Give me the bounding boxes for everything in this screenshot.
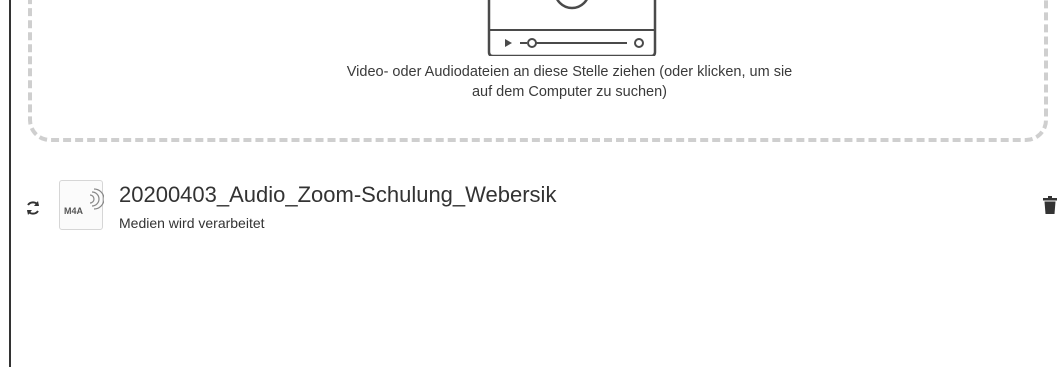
- file-name: 20200403_Audio_Zoom-Schulung_Webersik: [119, 182, 557, 207]
- dropzone-instructions: Video- oder Audiodateien an diese Stelle…: [292, 62, 847, 102]
- sync-icon[interactable]: [24, 199, 42, 217]
- trash-icon[interactable]: [1043, 196, 1057, 214]
- video-player-icon: [487, 0, 657, 56]
- dropzone-text-line-1: Video- oder Audiodateien an diese Stelle…: [346, 64, 793, 80]
- file-type-badge: M4A: [64, 206, 84, 216]
- dropzone-text-line-2: auf dem Computer zu suchen): [471, 84, 668, 100]
- audio-file-icon: M4A: [59, 180, 104, 230]
- upload-list-item: M4A 20200403_Audio_Zoom-Schulung_Webersi…: [0, 176, 1061, 256]
- media-dropzone[interactable]: Video- oder Audiodateien an diese Stelle…: [28, 0, 1048, 142]
- processing-status: Medien wird verarbeitet: [119, 215, 265, 231]
